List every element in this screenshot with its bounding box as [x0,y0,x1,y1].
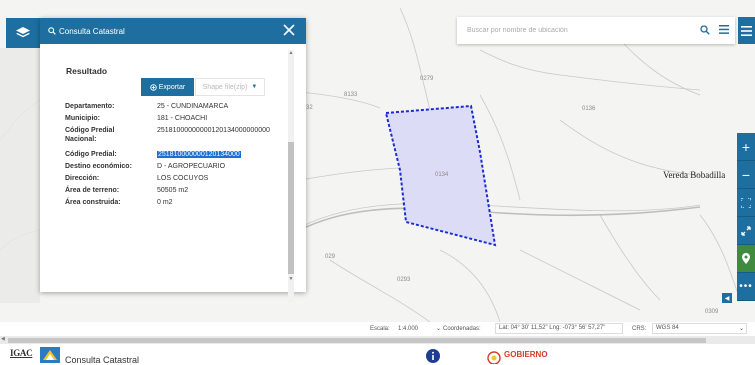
crs-label: CRS: [632,326,647,332]
chevron-left-icon: ◀ [724,295,730,302]
close-button[interactable] [280,21,298,39]
zoom-in-button[interactable]: + [737,133,755,161]
map-label: 0134 [435,172,449,178]
caret-down-icon: ▼ [251,84,258,90]
field-value: 0 m2 [157,199,173,206]
field-label: Dirección: [65,175,100,182]
crs-select[interactable]: WGS 84 [652,323,747,334]
scroll-left-icon[interactable]: ◀ [1,336,5,342]
plus-circle-icon [150,83,157,91]
search-icon [48,27,56,35]
place-label: Vereda Bobadilla [663,170,726,180]
shape-format-select[interactable]: Shape file(zip) ▼ [195,78,265,96]
scroll-down-icon[interactable]: ▼ [288,276,294,282]
field-value: 25181000000000120134000000000 [157,127,270,134]
main-menu-button[interactable] [738,17,755,44]
field-value: 25 - CUNDINAMARCA [157,103,229,110]
hamburger-icon [741,25,752,36]
minus-icon: − [741,166,751,183]
scale-select[interactable]: 1:4.000 [398,326,418,332]
map-pin-icon [742,253,750,264]
coordinates-label: Coordenadas: [443,326,481,332]
map-label: 8133 [344,92,358,98]
map-label: 0293 [397,277,411,283]
field-label: Departamento: [65,103,115,110]
field-value: 50505 m2 [157,187,189,194]
collapse-tools-button[interactable]: ◀ [722,293,732,303]
field-value: LOS COCUYOS [157,175,209,182]
search-input[interactable] [467,24,687,37]
igac-logo-text[interactable]: IGAC [10,348,33,358]
chevron-down-icon[interactable]: ⌄ [436,325,441,332]
map-label: 0309 [705,309,719,315]
scale-label: Escala: [370,326,390,332]
footer-title: Consulta Catastral [65,355,140,365]
expand-icon [741,197,751,208]
footer: IGAC Consulta Catastral GOBIERNO [0,344,755,365]
map-label: 029 [325,254,336,260]
info-icon[interactable] [426,349,440,363]
coordinates-value: Lat: 04° 30' 11,52" Lng: -073° 56' 57,27… [495,323,623,334]
search-icon[interactable] [700,25,710,35]
location-button[interactable] [737,245,755,273]
export-button[interactable]: Exportar [141,78,194,96]
scrollbar-thumb[interactable] [8,338,706,343]
government-seal-icon [487,351,501,364]
field-label: Municipio: [65,115,100,122]
field-value-selected[interactable]: 251810000000120134000 [157,151,241,158]
more-icon: ••• [739,281,753,292]
plus-icon: + [741,138,751,155]
panel-header: Consulta Catastral [40,18,306,44]
list-icon[interactable] [719,25,729,34]
panel-scrollbar[interactable]: ▲ ▼ [288,50,294,302]
side-strip [0,48,40,303]
location-search [457,17,735,44]
horizontal-scrollbar[interactable]: ◀ [0,336,755,344]
field-label: Área construida: [65,199,121,206]
layers-icon [16,27,30,38]
field-label: Código Predial: [65,151,117,158]
map-label: 0279 [420,76,434,82]
field-label: Área de terreno: [65,187,120,194]
zoom-out-button[interactable]: − [737,161,755,189]
scroll-up-icon[interactable]: ▲ [288,50,294,56]
full-extent-button[interactable] [737,189,755,217]
field-label: Destino económico: [65,163,132,170]
map-tools: + − ••• [737,133,755,301]
layers-button[interactable] [6,18,40,48]
government-text: GOBIERNO [504,350,548,359]
scrollbar-thumb[interactable] [288,142,294,274]
shape-label: Shape file(zip) [202,83,248,91]
igac-logo-icon [40,347,60,363]
chevron-down-icon[interactable]: ⌄ [739,325,744,332]
map-label: 0136 [582,106,596,112]
panel-title: Consulta Catastral [59,26,125,36]
map-label: 32 [306,105,313,111]
fullscreen-button[interactable] [737,217,755,245]
result-title: Resultado [66,66,108,76]
fullscreen-icon [741,225,751,236]
field-value: 181 - CHOACHÍ [157,115,208,122]
close-icon [283,24,295,36]
export-label: Exportar [158,83,186,91]
field-label: Código Predial Nacional: [65,127,115,143]
field-value: D - AGROPECUARIO [157,163,226,170]
more-options-button[interactable]: ••• [737,273,755,301]
status-bar: Escala: 1:4.000 ⌄ Coordenadas: Lat: 04° … [0,322,755,336]
